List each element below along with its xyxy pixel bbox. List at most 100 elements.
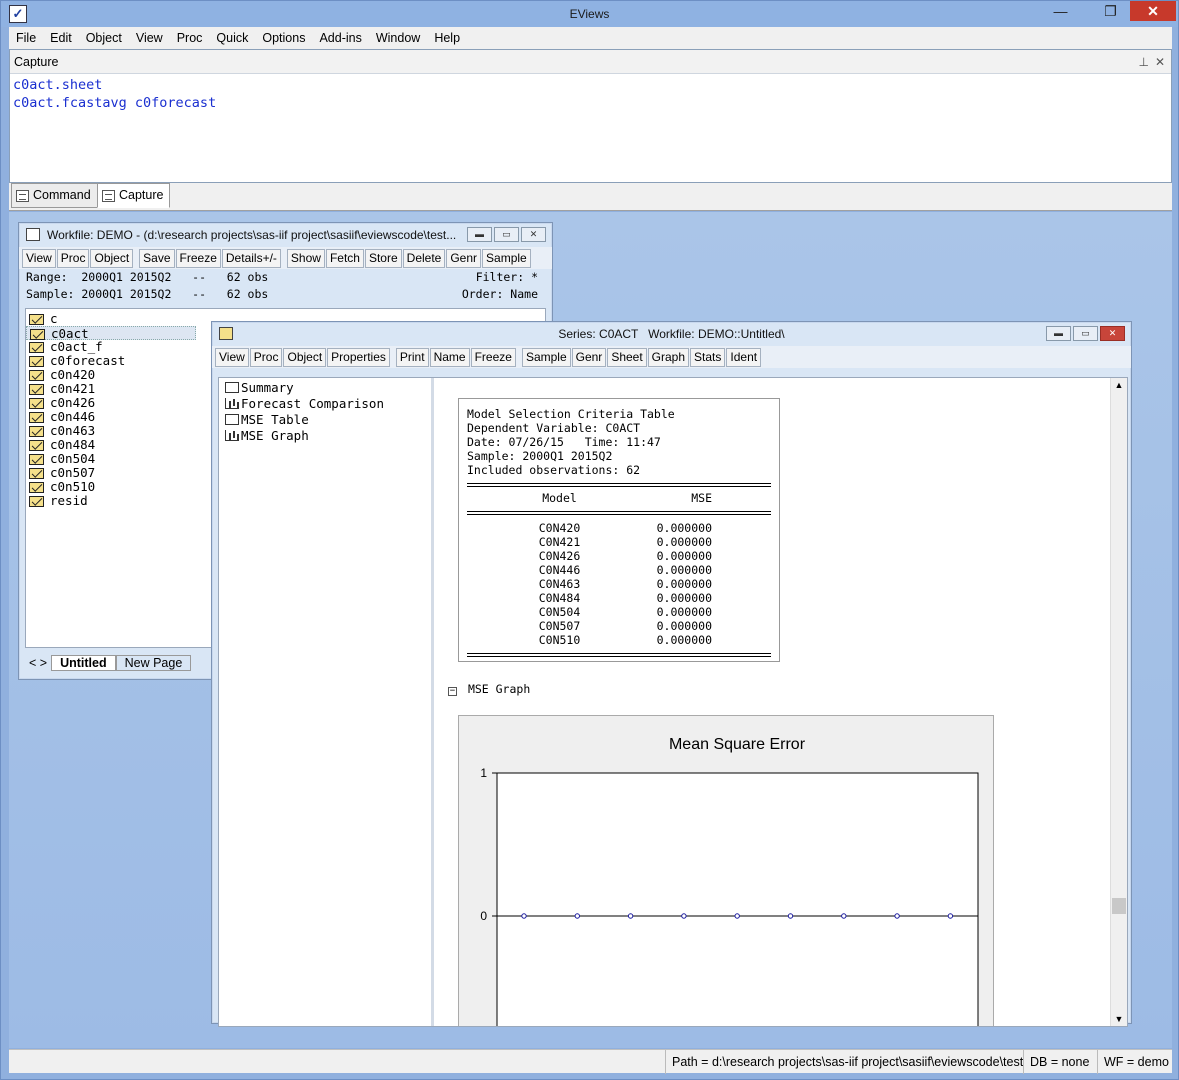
tab-capture-label: Capture xyxy=(119,188,164,202)
page-tab-new-page[interactable]: New Page xyxy=(115,655,192,671)
list-item[interactable]: c0act xyxy=(26,326,196,341)
table-icon xyxy=(225,382,239,393)
menu-window[interactable]: Window xyxy=(369,27,427,49)
series-icon xyxy=(29,398,44,409)
table-row: C0N426 0.000000 xyxy=(538,549,712,563)
wf-view-button[interactable]: View xyxy=(22,248,56,268)
data-point xyxy=(894,913,900,919)
scroll-up-icon[interactable]: ▲ xyxy=(1111,378,1127,392)
capture-text-area[interactable]: c0act.sheet c0act.fcastavg c0forecast xyxy=(10,74,1171,114)
mse-graph[interactable]: Mean Square Error 1 0 xyxy=(458,715,994,1026)
series-proc-button[interactable]: Proc xyxy=(249,347,283,367)
tree-item-mse-graph[interactable]: MSE Graph xyxy=(219,428,431,444)
series-toolbar: View Proc Object Properties Print Name F… xyxy=(212,346,1131,368)
mse-graph-section[interactable]: − MSE Graph xyxy=(448,682,530,696)
range-line: Range: 2000Q1 2015Q2 -- 62 obs xyxy=(26,270,269,284)
wf-store-button[interactable]: Store xyxy=(364,248,402,268)
table-row: C0N510 0.000000 xyxy=(538,633,712,647)
tab-command[interactable]: Command xyxy=(11,183,98,208)
series-maximize-button[interactable]: ▭ xyxy=(1073,326,1098,341)
restore-button[interactable]: ❐ xyxy=(1097,1,1124,21)
series-minimize-button[interactable]: ▬ xyxy=(1046,326,1071,341)
workfile-titlebar[interactable]: Workfile: DEMO - (d:\research projects\s… xyxy=(19,223,552,247)
series-sheet-button[interactable]: Sheet xyxy=(607,347,647,367)
wf-proc-button[interactable]: Proc xyxy=(56,248,90,268)
menu-addins[interactable]: Add-ins xyxy=(312,27,368,49)
graph-icon xyxy=(225,430,239,441)
wf-sample-button[interactable]: Sample xyxy=(482,248,531,268)
series-properties-button[interactable]: Properties xyxy=(327,347,390,367)
order-line: Order: Name xyxy=(461,287,538,301)
page-tab-untitled[interactable]: Untitled xyxy=(51,655,116,671)
eviews-logo-icon: ✓ xyxy=(9,5,27,23)
tab-capture[interactable]: Capture xyxy=(97,183,171,208)
series-print-button[interactable]: Print xyxy=(395,347,429,367)
scroll-thumb[interactable] xyxy=(1112,898,1126,914)
app-titlebar[interactable]: ✓ EViews — ❐ ✕ xyxy=(1,1,1178,27)
bottom-tab-strip: Command Capture xyxy=(9,183,1172,211)
tree-item-forecast-comparison[interactable]: Forecast Comparison xyxy=(219,396,431,412)
wf-save-button[interactable]: Save xyxy=(139,248,175,268)
menu-object[interactable]: Object xyxy=(79,27,129,49)
series-object-button[interactable]: Object xyxy=(283,347,327,367)
series-icon xyxy=(29,342,44,353)
tree-item-mse-table[interactable]: MSE Table xyxy=(219,412,431,428)
menu-options[interactable]: Options xyxy=(255,27,312,49)
collapse-icon[interactable]: − xyxy=(448,687,457,696)
series-sample-button[interactable]: Sample xyxy=(521,347,571,367)
minimize-button[interactable]: — xyxy=(1047,1,1074,21)
vertical-scrollbar[interactable]: ▲ ▼ xyxy=(1110,378,1127,1026)
table-header-line: Date: 07/26/15 Time: 11:47 xyxy=(467,435,661,449)
page-nav-arrows[interactable]: < > xyxy=(25,656,51,670)
y-tick-label: 0 xyxy=(480,909,487,923)
filter-line: Filter: * xyxy=(475,270,538,284)
series-view-button[interactable]: View xyxy=(215,347,249,367)
table-row: C0N463 0.000000 xyxy=(538,577,712,591)
chart-title: Mean Square Error xyxy=(669,736,806,753)
wf-show-button[interactable]: Show xyxy=(286,248,325,268)
series-window: Series: C0ACT Workfile: DEMO::Untitled\ … xyxy=(211,321,1132,1027)
scroll-down-icon[interactable]: ▼ xyxy=(1111,1012,1127,1026)
wf-genr-button[interactable]: Genr xyxy=(446,248,482,268)
series-genr-button[interactable]: Genr xyxy=(571,347,607,367)
tree-item-summary[interactable]: Summary xyxy=(219,380,431,396)
series-icon xyxy=(29,384,44,395)
wf-details-button[interactable]: Details+/- xyxy=(221,248,281,268)
close-button[interactable]: ✕ xyxy=(1130,1,1176,21)
wf-object-button[interactable]: Object xyxy=(90,248,134,268)
mse-table[interactable]: Model Selection Criteria Table Dependent… xyxy=(458,398,780,662)
menu-help[interactable]: Help xyxy=(427,27,467,49)
menu-bar: File Edit Object View Proc Quick Options… xyxy=(9,27,1172,49)
workfile-minimize-button[interactable]: ▬ xyxy=(467,227,492,242)
menu-edit[interactable]: Edit xyxy=(43,27,79,49)
series-icon xyxy=(30,329,45,340)
series-ident-button[interactable]: Ident xyxy=(726,347,762,367)
wf-delete-button[interactable]: Delete xyxy=(402,248,446,268)
series-close-button[interactable]: ✕ xyxy=(1100,326,1125,341)
menu-proc[interactable]: Proc xyxy=(170,27,210,49)
menu-file[interactable]: File xyxy=(9,27,43,49)
series-freeze-button[interactable]: Freeze xyxy=(470,347,516,367)
series-titlebar[interactable]: Series: C0ACT Workfile: DEMO::Untitled\ … xyxy=(212,322,1131,346)
pin-icon[interactable]: ⊥ xyxy=(1139,50,1149,74)
menu-quick[interactable]: Quick xyxy=(209,27,255,49)
capture-title: Capture xyxy=(14,55,59,69)
col-model: Model xyxy=(542,491,577,505)
capture-pane: Capture ⊥ ✕ c0act.sheet c0act.fcastavg c… xyxy=(9,49,1172,183)
workfile-maximize-button[interactable]: ▭ xyxy=(494,227,519,242)
series-stats-button[interactable]: Stats xyxy=(690,347,726,367)
workfile-close-button[interactable]: ✕ xyxy=(521,227,546,242)
capture-line: c0act.sheet xyxy=(13,77,103,93)
wf-fetch-button[interactable]: Fetch xyxy=(325,248,364,268)
workfile-toolbar: View Proc Object Save Freeze Details+/- … xyxy=(19,247,552,269)
tab-command-label: Command xyxy=(33,188,91,202)
table-row: C0N484 0.000000 xyxy=(538,591,712,605)
series-window-controls: ▬ ▭ ✕ xyxy=(1046,326,1125,341)
capture-close-icon[interactable]: ✕ xyxy=(1155,50,1165,74)
series-graph-button[interactable]: Graph xyxy=(647,347,690,367)
menu-view[interactable]: View xyxy=(129,27,170,49)
series-icon xyxy=(29,412,44,423)
wf-freeze-button[interactable]: Freeze xyxy=(175,248,221,268)
series-name-button[interactable]: Name xyxy=(429,347,470,367)
spool-tree: Summary Forecast Comparison MSE Table MS… xyxy=(219,378,434,1026)
